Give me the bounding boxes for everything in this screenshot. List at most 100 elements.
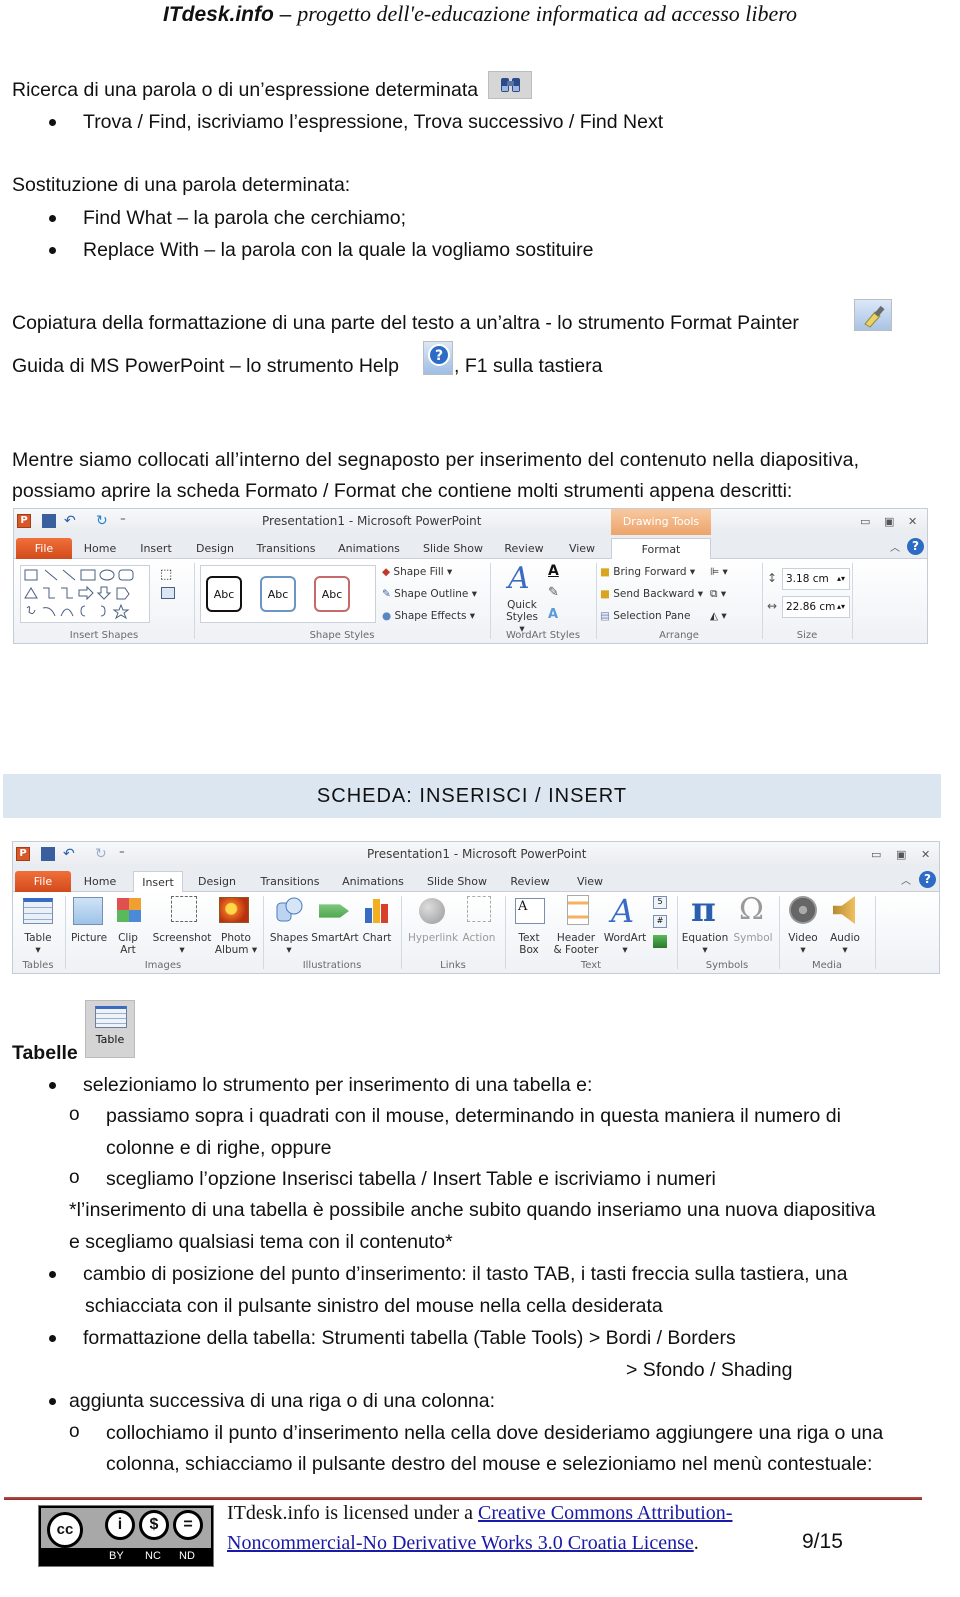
smartart-button[interactable]: SmartArt [311,932,359,944]
video-button[interactable]: Video ▾ [783,932,823,956]
shapes-gallery[interactable] [20,565,150,623]
tab-file[interactable]: File [15,871,71,892]
minimize-icon[interactable]: ▭ [860,515,870,528]
shapes-icon[interactable] [275,897,303,923]
tab-design[interactable]: Design [195,871,239,892]
save-icon[interactable] [41,847,55,861]
tab-slide-show[interactable]: Slide Show [425,871,489,892]
screenshot-icon[interactable] [171,896,197,922]
undo-icon[interactable]: ↶ [64,514,78,528]
tab-view[interactable]: View [573,871,607,892]
help-icon[interactable]: ? [907,538,924,555]
shapes-button[interactable]: Shapes ▾ [267,932,311,956]
table-button[interactable]: Table ▾ [17,932,59,956]
save-icon[interactable] [42,514,56,528]
tab-transitions[interactable]: Transitions [259,871,321,892]
action-icon[interactable] [467,896,491,922]
collapse-ribbon-icon[interactable]: ︿ [901,872,911,887]
header-footer-icon[interactable] [567,895,589,925]
style-sample-black[interactable]: Abc [206,576,242,612]
undo-icon[interactable]: ↶ [63,847,77,861]
text-effects-icon[interactable]: A [548,607,558,622]
audio-button[interactable]: Audio ▾ [825,932,865,956]
text-box-icon[interactable] [161,587,175,599]
action-button[interactable]: Action [459,932,499,944]
tab-animations[interactable]: Animations [338,538,400,559]
license-link-part2[interactable]: Noncommercial-No Derivative Works 3.0 Cr… [227,1532,694,1554]
symbol-omega-icon[interactable]: Ω [739,892,764,927]
table-icon[interactable] [23,898,53,924]
minimize-icon[interactable]: ▭ [871,848,881,861]
audio-speaker-icon[interactable] [833,896,855,924]
tab-slide-show[interactable]: Slide Show [422,538,484,559]
symbol-button[interactable]: Symbol [731,932,775,944]
tab-view[interactable]: View [566,538,598,559]
shape-outline-button[interactable]: ✎ Shape Outline ▾ [382,588,477,600]
close-icon[interactable]: ✕ [908,515,917,528]
close-icon[interactable]: ✕ [921,848,930,861]
clip-art-icon[interactable] [117,898,141,922]
chart-icon[interactable] [363,896,391,924]
tab-animations[interactable]: Animations [341,871,405,892]
picture-button[interactable]: Picture [68,932,110,944]
tab-transitions[interactable]: Transitions [256,538,316,559]
header-footer-button[interactable]: Header & Footer [551,932,601,956]
group-icon[interactable]: ⧉ ▾ [710,588,726,601]
video-icon[interactable] [789,896,817,924]
redo-icon[interactable]: ↻ [95,847,109,861]
tab-insert[interactable]: Insert [138,538,174,559]
equation-button[interactable]: Equation ▾ [679,932,731,956]
date-time-icon[interactable]: 5 [653,896,667,909]
rotate-icon[interactable]: ◭ ▾ [710,610,727,622]
style-sample-red[interactable]: Abc [314,576,350,612]
quick-styles-icon[interactable]: A [508,561,530,596]
shape-height-input[interactable]: 3.18 cm ▴▾ [782,568,850,590]
tab-home[interactable]: Home [81,871,119,892]
license-link-part1[interactable]: Creative Commons Attribution- [478,1502,732,1524]
slide-number-icon[interactable]: # [653,915,667,928]
screenshot-button[interactable]: Screenshot ▾ [149,932,215,956]
cc-license-badge[interactable]: cc i $ = BY NC ND [38,1505,214,1567]
text-box-icon[interactable]: A [515,898,545,924]
ribbon-insert-screenshot: P ↶ ↻ ⁼ Presentation1 - Microsoft PowerP… [12,841,940,974]
tab-home[interactable]: Home [82,538,118,559]
clip-art-button[interactable]: Clip Art [111,932,145,956]
customize-qat-icon[interactable]: ⁼ [120,514,134,528]
tab-design[interactable]: Design [194,538,236,559]
text-outline-icon[interactable]: ✎ [548,585,559,600]
picture-icon[interactable] [73,897,103,925]
photo-album-button[interactable]: Photo Album ▾ [213,932,259,956]
hyperlink-button[interactable]: Hyperlink [407,932,459,944]
edit-shape-icon[interactable]: ⬚ [160,567,172,582]
ribbon-format-screenshot: P ↶ ↻ ⁼ Presentation1 - Microsoft PowerP… [13,508,928,644]
align-icon[interactable]: ⊫ ▾ [710,566,728,578]
wordart-button[interactable]: WordArt ▾ [601,932,649,956]
shape-width-input[interactable]: 22.86 cm ▴▾ [782,596,850,618]
help-icon[interactable]: ? [919,871,936,888]
redo-icon[interactable]: ↻ [96,514,110,528]
tab-insert[interactable]: Insert [133,871,183,892]
photo-album-icon[interactable] [219,897,249,923]
bring-forward-button[interactable]: ■ Bring Forward ▾ [600,566,695,578]
shape-fill-button[interactable]: ◆ Shape Fill ▾ [382,566,452,578]
wordart-icon[interactable]: A [611,892,634,930]
tab-review[interactable]: Review [509,871,551,892]
style-sample-blue[interactable]: Abc [260,576,296,612]
tab-file[interactable]: File [16,538,72,559]
shape-effects-button[interactable]: ● Shape Effects ▾ [382,610,475,622]
selection-pane-button[interactable]: ▤ Selection Pane [600,610,690,622]
chart-button[interactable]: Chart [359,932,395,944]
restore-icon[interactable]: ▣ [884,515,894,528]
send-backward-button[interactable]: ■ Send Backward ▾ [600,588,703,600]
smartart-icon[interactable] [319,904,349,918]
equation-pi-icon[interactable]: π [691,890,716,930]
restore-icon[interactable]: ▣ [896,848,906,861]
tab-format[interactable]: Format [611,538,711,559]
hyperlink-icon[interactable] [419,898,445,924]
text-fill-icon[interactable]: A [548,563,559,579]
object-icon[interactable] [653,935,667,948]
collapse-ribbon-icon[interactable]: ︿ [890,539,900,554]
tab-review[interactable]: Review [504,538,544,559]
text-box-button[interactable]: Text Box [509,932,549,956]
customize-qat-icon[interactable]: ⁼ [119,847,133,861]
